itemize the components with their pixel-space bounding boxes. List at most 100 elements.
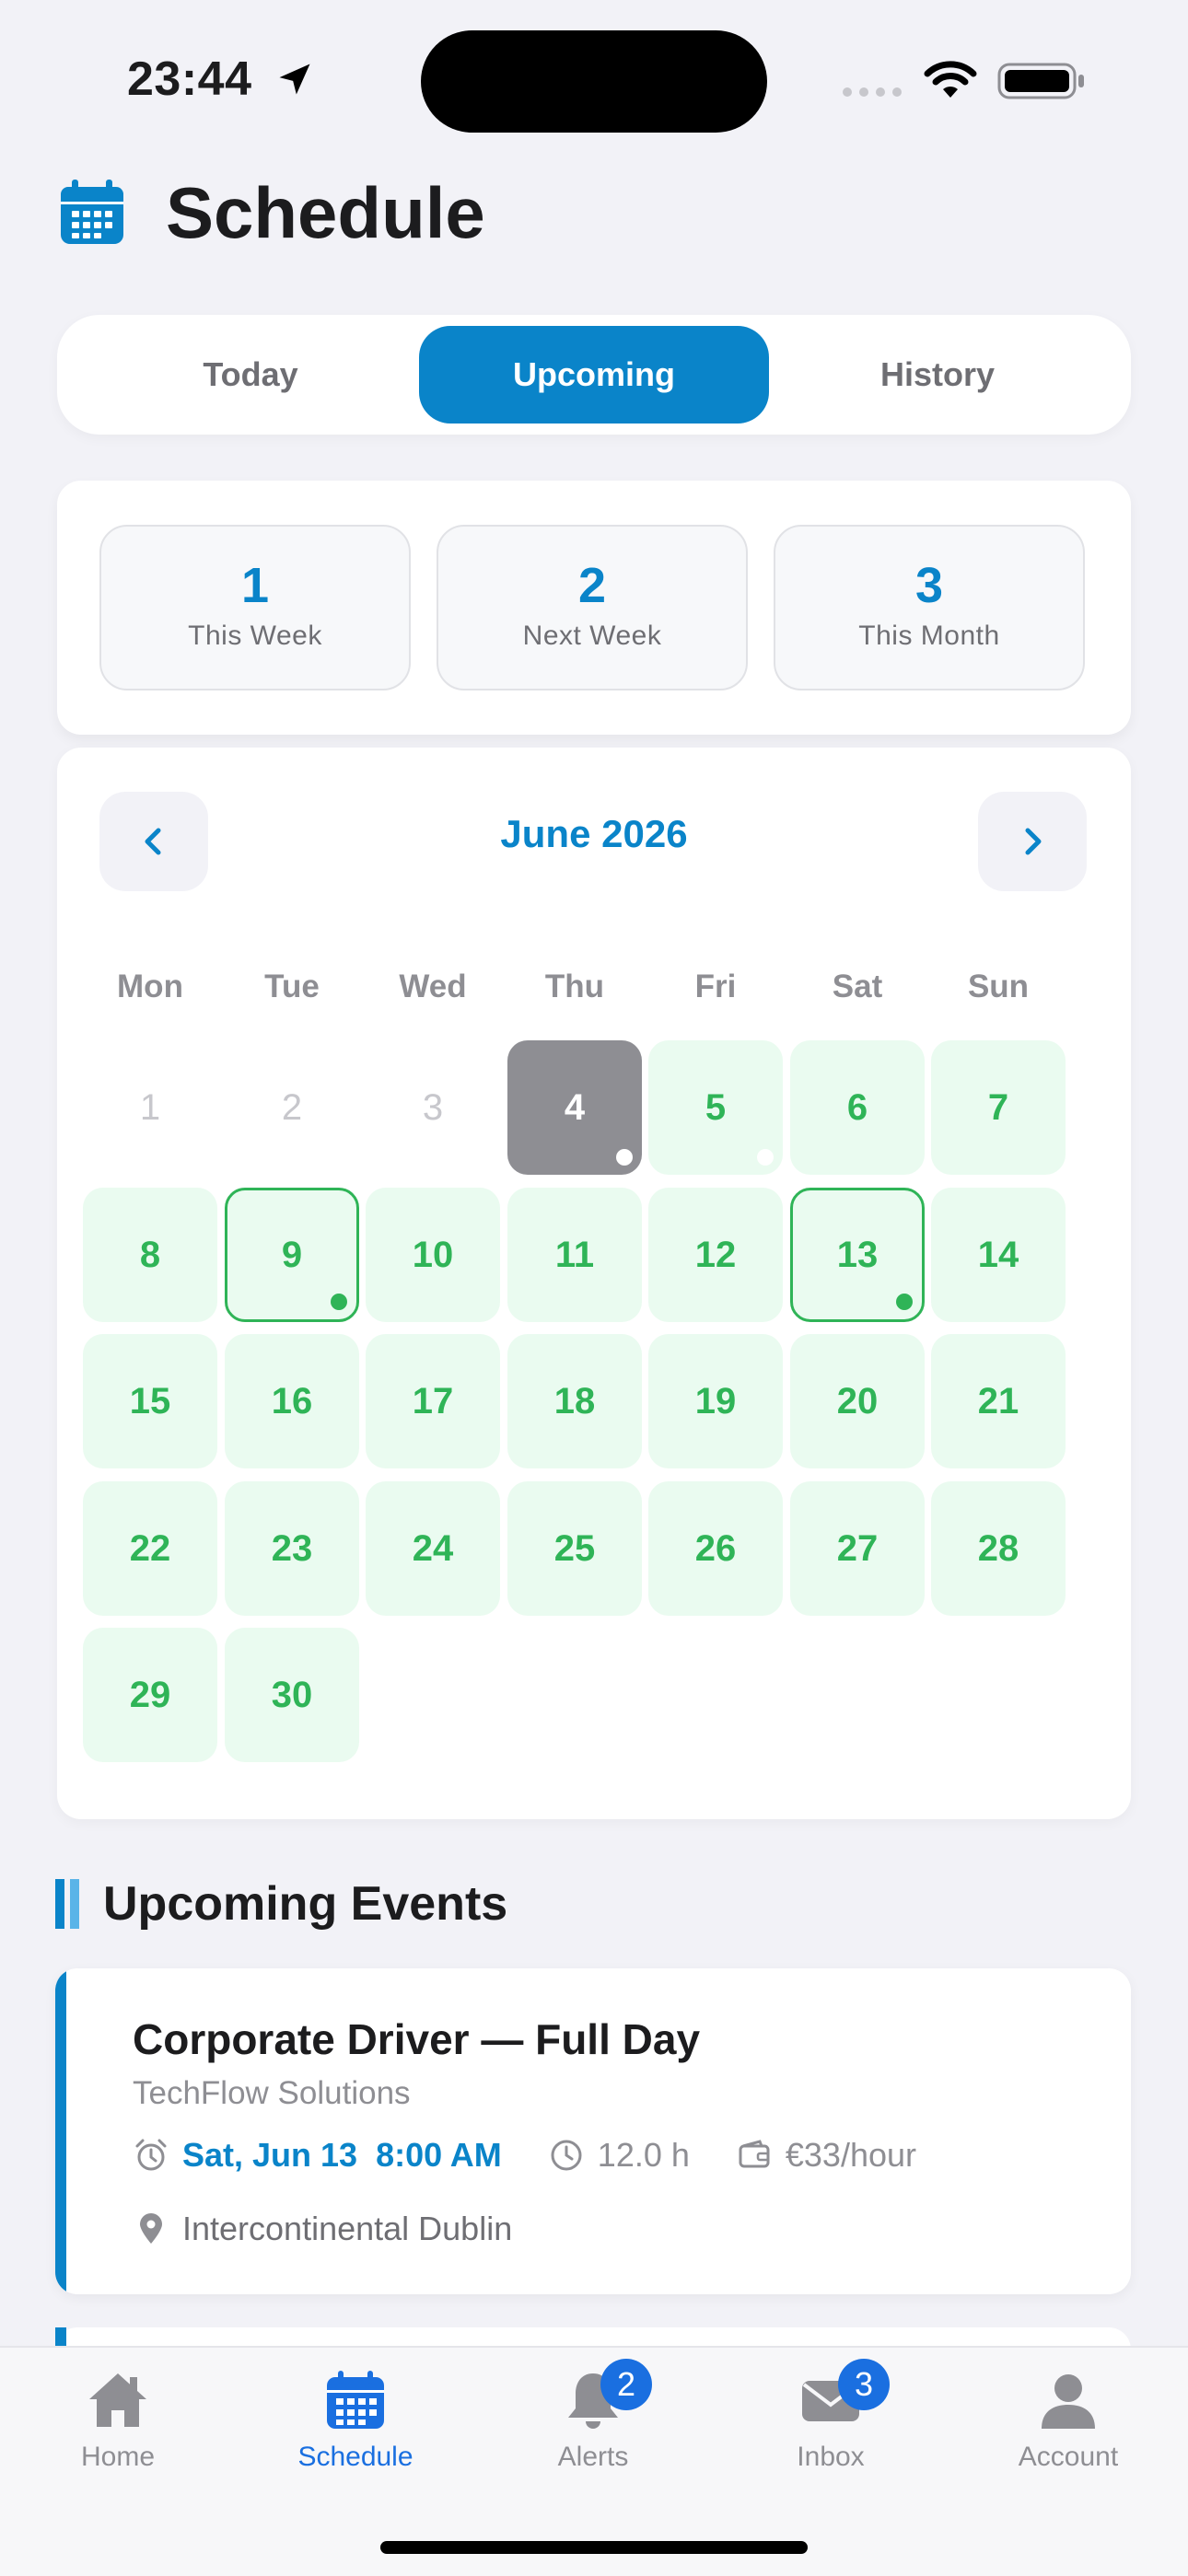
calendar-day[interactable]: 15 — [83, 1334, 217, 1468]
calendar-day-number: 13 — [836, 1234, 879, 1275]
calendar-day[interactable]: 29 — [83, 1628, 217, 1762]
calendar-day-number: 10 — [412, 1234, 454, 1275]
status-time: 23:44 — [127, 52, 252, 106]
calendar-day[interactable]: 21 — [931, 1334, 1066, 1468]
calendar-day-number: 19 — [694, 1380, 737, 1421]
calendar-day-number: 24 — [412, 1527, 454, 1569]
wifi-icon — [924, 61, 977, 98]
stats-card: 1 This Week 2 Next Week 3 This Month — [57, 481, 1131, 735]
calendar-day[interactable]: 28 — [931, 1481, 1066, 1616]
stat-this-week: 1 This Week — [99, 525, 411, 690]
event-meta-row: Sat, Jun 13 8:00 AM 12.0 h €33/hour — [133, 2132, 916, 2178]
calendar-day[interactable]: 6 — [790, 1040, 925, 1175]
calendar-day[interactable]: 12 — [648, 1188, 783, 1322]
calendar-card: June 2026 Mon Tue Wed Thu Fri Sat Sun 12345678… — [57, 748, 1131, 1819]
event-indicator-dot — [331, 1294, 347, 1310]
weekday-label: Tue — [264, 969, 320, 1004]
event-company: TechFlow Solutions — [133, 2075, 411, 2111]
tab-alerts[interactable]: 2 Alerts — [501, 2359, 685, 2504]
calendar-day-number: 1 — [139, 1086, 161, 1128]
event-location-row: Intercontinental Dublin — [133, 2206, 512, 2252]
person-icon — [1042, 2374, 1095, 2429]
weekday-label: Thu — [544, 969, 605, 1004]
calendar-day-number: 12 — [694, 1234, 737, 1275]
calendar-day-number: 8 — [139, 1234, 161, 1275]
calendar-month-title: June 2026 — [500, 812, 688, 855]
tab-inbox[interactable]: 3 Inbox — [739, 2359, 923, 2504]
calendar-day-number: 20 — [836, 1380, 879, 1421]
calendar-day[interactable]: 16 — [225, 1334, 359, 1468]
calendar-day-number: 2 — [281, 1086, 303, 1128]
location-arrow-icon — [279, 64, 310, 95]
calendar-day[interactable]: 13 — [790, 1188, 925, 1322]
calendar-day-number: 28 — [977, 1527, 1019, 1569]
event-accent-bar — [55, 1968, 66, 2294]
stat-label: Next Week — [522, 621, 662, 651]
calendar-day[interactable]: 11 — [507, 1188, 642, 1322]
stat-value: 1 — [240, 558, 270, 613]
calendar-day-number: 6 — [846, 1086, 868, 1128]
calendar-day[interactable]: 27 — [790, 1481, 925, 1616]
weekday-label: Wed — [399, 969, 467, 1004]
event-location: Intercontinental Dublin — [182, 2210, 513, 2247]
house-icon — [89, 2373, 146, 2427]
event-indicator-dot — [616, 1149, 633, 1166]
calendar-day[interactable]: 22 — [83, 1481, 217, 1616]
tab-label: Account — [1018, 2442, 1119, 2472]
calendar-day-number: 18 — [553, 1380, 596, 1421]
inbox-badge: 3 — [838, 2359, 890, 2410]
calendar-day[interactable]: 7 — [931, 1040, 1066, 1175]
calendar-day-number: 17 — [412, 1380, 454, 1421]
calendar-day[interactable]: 9 — [225, 1188, 359, 1322]
calendar-day[interactable]: 30 — [225, 1628, 359, 1762]
next-month-button[interactable] — [978, 792, 1087, 891]
calendar-day[interactable]: 5 — [648, 1040, 783, 1175]
page-header: Schedule — [57, 171, 485, 254]
clock-icon — [551, 2140, 582, 2171]
stat-value: 3 — [914, 558, 944, 613]
calendar-day-number: 7 — [987, 1086, 1009, 1128]
chevron-right-icon — [1025, 828, 1042, 855]
event-date: Sat, Jun 13 — [182, 2136, 358, 2174]
map-pin-icon — [140, 2213, 162, 2244]
event-indicator-dot — [896, 1294, 913, 1310]
stat-value: 2 — [577, 558, 607, 613]
calendar-day[interactable]: 25 — [507, 1481, 642, 1616]
event-card[interactable]: Corporate Driver — Full Day TechFlow Sol… — [55, 1968, 1131, 2294]
stat-label: This Week — [188, 621, 322, 651]
calendar-day[interactable]: 17 — [366, 1334, 500, 1468]
calendar-day-number: 27 — [836, 1527, 879, 1569]
calendar-day[interactable]: 14 — [931, 1188, 1066, 1322]
section-title: Upcoming Events — [103, 1877, 508, 1931]
calendar-day-number: 23 — [271, 1527, 313, 1569]
segment-history[interactable]: History — [763, 326, 1112, 424]
calendar-day: 3 — [366, 1040, 500, 1175]
calendar-day-number: 21 — [977, 1380, 1019, 1421]
status-bar: 23:44 — [0, 0, 1188, 157]
calendar-day[interactable]: 24 — [366, 1481, 500, 1616]
calendar-day[interactable]: 26 — [648, 1481, 783, 1616]
calendar-icon — [327, 2371, 384, 2429]
calendar-day-number: 25 — [553, 1527, 596, 1569]
weekday-label: Sun — [967, 969, 1030, 1004]
segment-today[interactable]: Today — [76, 326, 425, 424]
weekday-label: Mon — [117, 969, 183, 1004]
calendar-day[interactable]: 18 — [507, 1334, 642, 1468]
calendar-day-number: 5 — [705, 1086, 727, 1128]
segment-upcoming[interactable]: Upcoming — [419, 326, 769, 424]
tab-label: Schedule — [297, 2442, 413, 2472]
page-title: Schedule — [166, 171, 485, 253]
calendar-day[interactable]: 4 — [507, 1040, 642, 1175]
tab-home[interactable]: Home — [26, 2366, 210, 2504]
calendar-day[interactable]: 19 — [648, 1334, 783, 1468]
event-title: Corporate Driver — Full Day — [133, 2015, 701, 2063]
calendar-day[interactable]: 23 — [225, 1481, 359, 1616]
tab-account[interactable]: Account — [976, 2366, 1160, 2504]
calendar-day[interactable]: 8 — [83, 1188, 217, 1322]
calendar-day[interactable]: 20 — [790, 1334, 925, 1468]
calendar-day-number: 30 — [271, 1674, 313, 1715]
calendar-day[interactable]: 10 — [366, 1188, 500, 1322]
cellular-signal-icon — [843, 87, 902, 97]
tab-schedule[interactable]: Schedule — [263, 2366, 448, 2504]
calendar-day-number: 26 — [694, 1527, 737, 1569]
